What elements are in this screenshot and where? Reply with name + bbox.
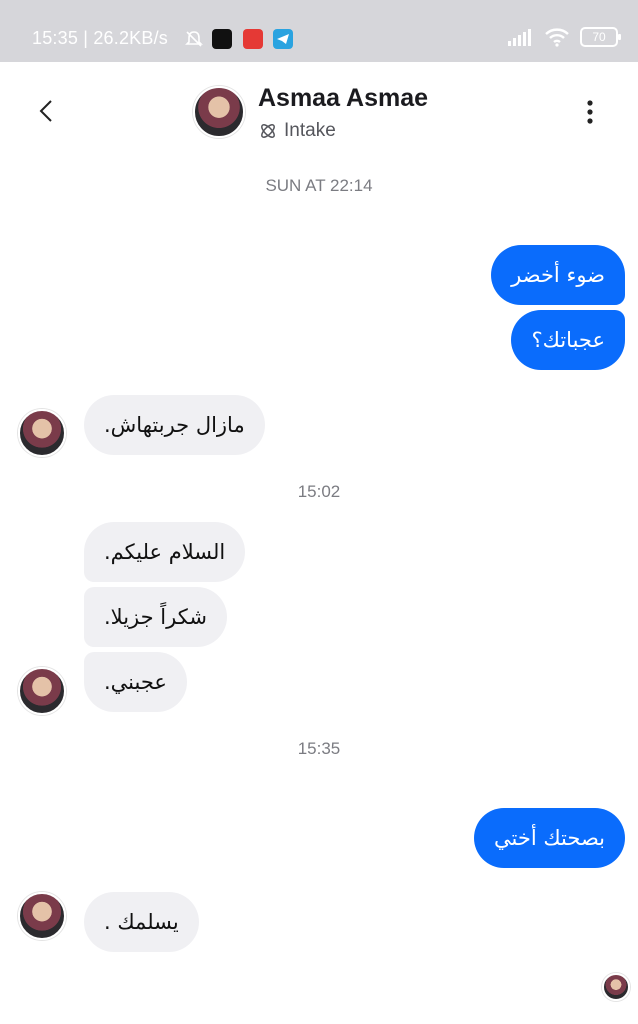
- message-bubble[interactable]: ضوء أخضر: [491, 245, 625, 305]
- telegram-icon: [273, 29, 293, 49]
- pdf-icon: [243, 29, 263, 49]
- status-time-speed: 15:35 | 26.2KB/s: [32, 28, 168, 48]
- contact-avatar[interactable]: [193, 86, 245, 138]
- sender-avatar[interactable]: [18, 409, 66, 457]
- message-bubble[interactable]: عجبني.: [84, 652, 187, 712]
- timestamp: 15:02: [297, 482, 341, 501]
- timestamp: 15:35: [297, 739, 341, 758]
- capcut-icon: [212, 29, 232, 49]
- back-icon[interactable]: [34, 98, 60, 124]
- message-bubble[interactable]: بصحتك أختي: [474, 808, 625, 868]
- message-bubble[interactable]: مازال جربتهاش.: [84, 395, 265, 455]
- more-icon[interactable]: [582, 99, 598, 125]
- battery-icon: 70: [580, 27, 621, 47]
- sender-avatar[interactable]: [18, 892, 66, 940]
- contact-name[interactable]: Asmaa Asmae: [258, 84, 428, 113]
- signal-icon: [508, 29, 531, 46]
- status-bar: 15:35 | 26.2KB/s 70: [0, 0, 638, 62]
- sender-avatar[interactable]: [18, 667, 66, 715]
- timestamp: SUN AT 22:14: [265, 176, 373, 195]
- mute-icon: [185, 31, 203, 47]
- contact-subtitle-label: Intake: [284, 120, 336, 141]
- chat-header: Asmaa Asmae Intake: [0, 62, 638, 172]
- intake-icon: [261, 124, 275, 138]
- seen-avatar: [602, 973, 630, 1001]
- message-bubble[interactable]: عجباتك؟: [511, 310, 625, 370]
- wifi-icon: [545, 28, 569, 47]
- message-bubble[interactable]: يسلمك .: [84, 892, 199, 952]
- status-right-icons: 70: [508, 27, 621, 47]
- contact-subtitle: Intake: [258, 120, 336, 142]
- message-bubble[interactable]: السلام عليكم.: [84, 522, 246, 582]
- message-bubble[interactable]: شكراً جزيلا.: [84, 587, 227, 647]
